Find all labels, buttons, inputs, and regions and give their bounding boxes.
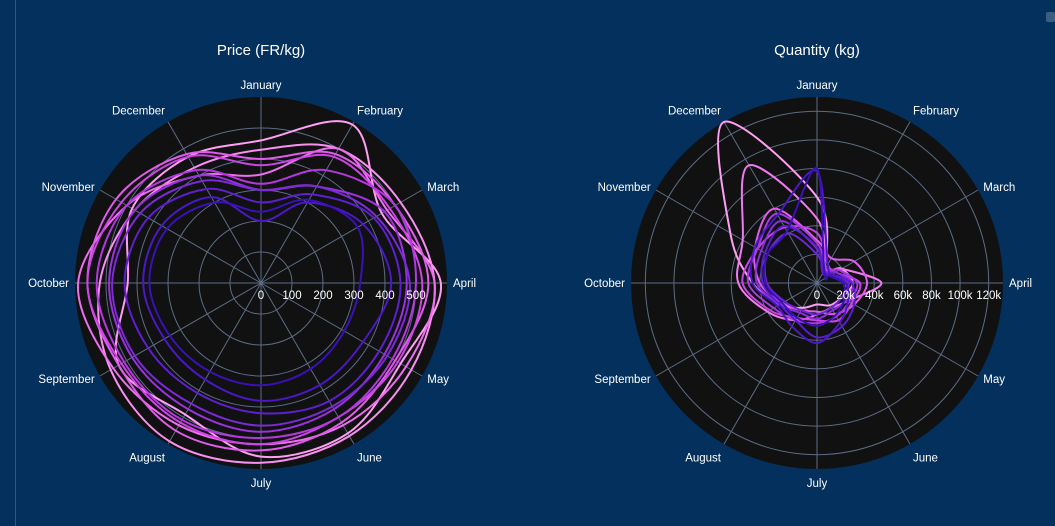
quantity-month-label: August: [685, 452, 722, 464]
quantity-month-label: April: [1009, 278, 1032, 290]
price-month-label: June: [357, 452, 382, 464]
polar-charts-canvas: Price (FR/kg) 0 100 200 300 400 500 January Febr…: [28, 42, 1032, 490]
price-month-label: January: [241, 80, 282, 92]
quantity-month-label: November: [598, 182, 651, 194]
quantity-radial-tick-label: 120k: [976, 290, 1001, 302]
quantity-month-label: January: [797, 80, 838, 92]
quantity-month-label: October: [584, 278, 625, 290]
quantity-chart: Quantity (kg) 0 20k 40k 60k 80k 100k 120k Januar…: [584, 42, 1032, 490]
price-month-label: April: [453, 278, 476, 290]
quantity-radial-tick-label: 20k: [836, 290, 855, 302]
quantity-chart-title: Quantity (kg): [774, 42, 860, 59]
price-month-label: October: [28, 278, 69, 290]
quantity-month-label: February: [913, 106, 959, 118]
quantity-radial-tick-label: 40k: [865, 290, 884, 302]
quantity-month-label: July: [807, 478, 828, 490]
quantity-radial-tick-label: 80k: [922, 290, 941, 302]
price-radial-tick-label: 300: [344, 290, 363, 302]
price-chart-title: Price (FR/kg): [217, 42, 305, 59]
price-month-label: March: [427, 182, 459, 194]
quantity-radial-tick-label: 0: [814, 290, 820, 302]
quantity-month-label: December: [668, 106, 721, 118]
quantity-month-label: June: [913, 452, 938, 464]
quantity-radial-tick-label: 60k: [894, 290, 913, 302]
price-radial-tick-label: 200: [313, 290, 332, 302]
price-radial-tick-label: 500: [406, 290, 425, 302]
price-radial-tick-label: 100: [282, 290, 301, 302]
quantity-month-label: September: [594, 374, 650, 386]
price-month-label: May: [427, 374, 449, 386]
quantity-radial-tick-label: 100k: [948, 290, 973, 302]
price-month-label: February: [357, 106, 403, 118]
quantity-month-label: March: [983, 182, 1015, 194]
price-month-label: December: [112, 106, 165, 118]
price-month-label: November: [42, 182, 95, 194]
price-radial-tick-label: 400: [375, 290, 394, 302]
price-month-label: September: [38, 374, 94, 386]
quantity-month-label: May: [983, 374, 1005, 386]
price-radial-tick-label: 0: [258, 290, 264, 302]
price-month-label: August: [129, 452, 166, 464]
price-month-label: July: [251, 478, 272, 490]
price-chart: Price (FR/kg) 0 100 200 300 400 500 January Febr…: [28, 42, 476, 490]
